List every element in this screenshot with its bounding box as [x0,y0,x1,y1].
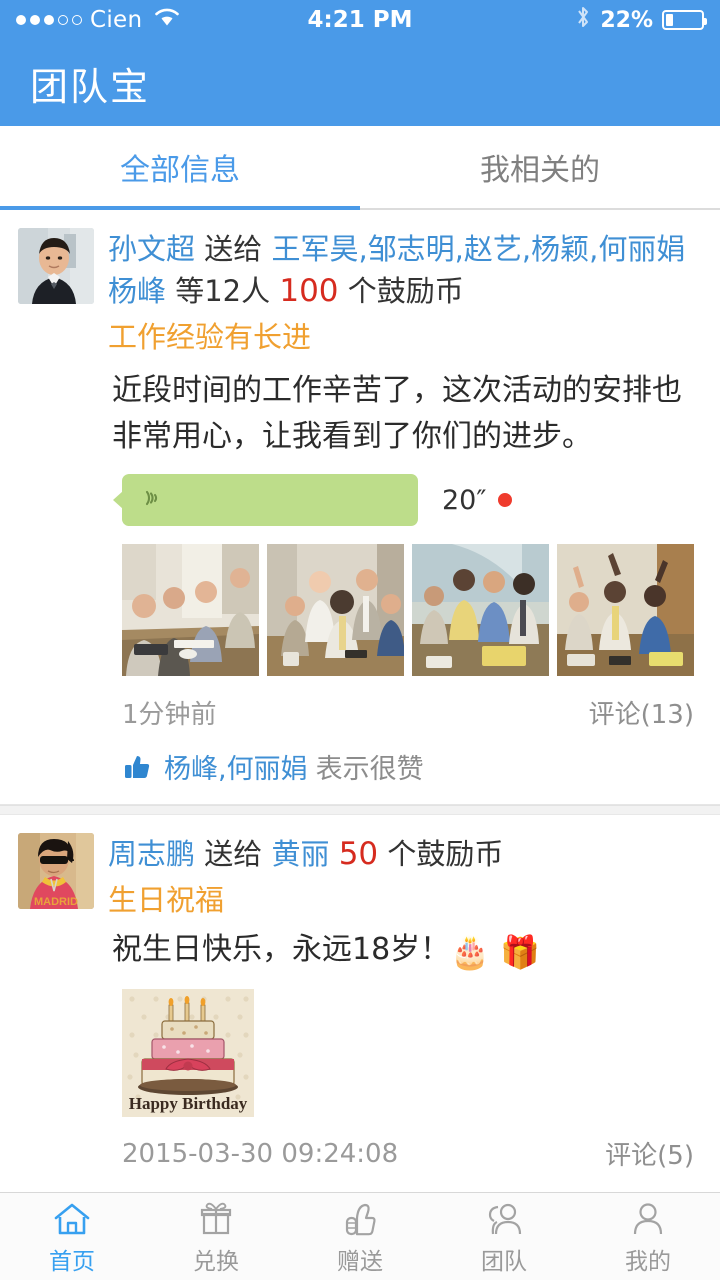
post-body: 近段时间的工作辛苦了，这次活动的安排也非常用心，让我看到了你们的进步。 [112,373,682,454]
status-bar-right: 22% [575,5,707,35]
post-timestamp: 1分钟前 [122,700,217,730]
avatar[interactable] [18,228,94,304]
thumbs-up-icon [122,752,152,782]
post-amount: 50 [338,836,379,872]
post-like-row[interactable]: 杨峰,何丽娟 表示很赞 [0,731,720,805]
post-meta-row: 2015-03-30 09:24:08 评论(5) [0,1117,720,1172]
photo-thumbnail[interactable] [122,544,259,676]
post-body: 祝生日快乐，永远18岁！🎂 🎁 [0,923,720,975]
nav-item-home[interactable]: 首页 [0,1193,144,1280]
post-sender[interactable]: 孙文超 [108,232,195,266]
carrier-label: Cien [90,7,143,33]
people-icon [483,1198,525,1240]
svg-text:Happy Birthday: Happy Birthday [129,1094,248,1113]
home-icon [52,1198,92,1240]
bottom-navigation-bar: 首页 兑换 赠送 团队 我的 [0,1192,720,1280]
nav-item-exchange[interactable]: 兑换 [144,1193,288,1280]
post-comments-link[interactable]: 评论(5) [605,1135,694,1172]
tab-bar: 全部信息 我相关的 [0,126,720,210]
status-bar-left: Cien [16,7,180,33]
nav-item-give-label: 赠送 [337,1248,383,1275]
post-unit: 个鼓励币 [347,274,464,308]
signal-strength-icon [16,15,82,25]
post-divider [0,805,720,815]
post-meta-row: 1分钟前 评论(13) [0,676,720,731]
post-recipients[interactable]: 黄丽 [271,837,329,871]
person-icon [628,1198,668,1240]
like-suffix: 表示很赞 [315,754,424,785]
page-title: 团队宝 [30,64,151,109]
post-title-line: 孙文超 送给 王军昊,邹志明,赵艺,杨颖,何丽娟 杨峰 等12人 100 个鼓励… [108,228,704,312]
nav-item-team[interactable]: 团队 [432,1193,576,1280]
feed-list[interactable]: 孙文超 送给 王军昊,邹志明,赵艺,杨颖,何丽娟 杨峰 等12人 100 个鼓励… [0,210,720,1212]
tab-related-to-me[interactable]: 我相关的 [360,126,720,208]
battery-icon [662,10,707,30]
nav-item-profile-label: 我的 [625,1248,671,1275]
nav-item-profile[interactable]: 我的 [576,1193,720,1280]
post-amount: 100 [279,273,339,309]
tab-all-messages-label: 全部信息 [120,153,240,188]
voice-message-row[interactable]: 20″ [0,460,720,526]
voice-duration-label: 20″ [442,484,487,516]
avatar[interactable]: MADRID [18,833,94,909]
bluetooth-icon [575,5,591,35]
post-comments-link[interactable]: 评论(13) [589,694,694,731]
post-header-text: 周志鹏 送给 黄丽 50 个鼓励币 生日祝福 [108,833,704,923]
post-sender[interactable]: 周志鹏 [108,837,195,871]
feed-post[interactable]: 孙文超 送给 王军昊,邹志明,赵艺,杨颖,何丽娟 杨峰 等12人 100 个鼓励… [0,210,720,805]
svg-text:MADRID: MADRID [34,896,78,908]
thumbs-up-icon [340,1198,380,1240]
wifi-icon [154,7,180,33]
post-header: 孙文超 送给 王军昊,邹志明,赵艺,杨颖,何丽娟 杨峰 等12人 100 个鼓励… [0,228,720,360]
battery-percent-label: 22% [600,7,653,33]
post-header-text: 孙文超 送给 王军昊,邹志明,赵艺,杨颖,何丽娟 杨峰 等12人 100 个鼓励… [108,228,704,360]
unread-dot-icon [498,493,513,507]
like-names[interactable]: 杨峰,何丽娟 [164,747,308,786]
post-subtitle: 工作经验有长进 [108,320,312,354]
photo-grid[interactable] [0,526,720,676]
post-verb: 送给 [204,837,263,871]
feed-post[interactable]: MADRID 周志鹏 送给 黄丽 50 个鼓励币 生日祝福 祝生日快乐，永远18… [0,815,720,1212]
status-bar: Cien 4:21 PM 22% [0,0,720,40]
post-timestamp: 2015-03-30 09:24:08 [122,1138,399,1169]
app-header: 团队宝 [0,40,720,126]
photo-thumbnail[interactable] [557,544,694,676]
birthday-card-image[interactable]: Happy Birthday [122,989,254,1117]
post-unit: 个鼓励币 [387,837,504,871]
post-others: 等12人 [175,274,271,308]
voice-message-bubble[interactable] [113,474,418,526]
tab-all-messages[interactable]: 全部信息 [0,126,360,210]
post-subtitle: 生日祝福 [108,883,225,917]
photo-thumbnail[interactable] [412,544,549,676]
post-header: MADRID 周志鹏 送给 黄丽 50 个鼓励币 生日祝福 [0,833,720,923]
post-title-line: 周志鹏 送给 黄丽 50 个鼓励币 [108,833,704,875]
post-body-emoji: 🎂 🎁 [450,933,541,971]
post-verb: 送给 [204,232,263,266]
photo-thumbnail[interactable] [267,544,404,676]
tab-related-to-me-label: 我相关的 [480,153,600,188]
sound-wave-icon [140,485,166,515]
gift-icon [196,1198,236,1240]
nav-item-exchange-label: 兑换 [193,1248,239,1275]
post-image-wrapper[interactable]: Happy Birthday [0,975,720,1117]
nav-item-home-label: 首页 [49,1248,95,1275]
post-body-text: 祝生日快乐，永远18岁！ [112,932,451,967]
nav-item-give[interactable]: 赠送 [288,1193,432,1280]
nav-item-team-label: 团队 [481,1248,527,1275]
